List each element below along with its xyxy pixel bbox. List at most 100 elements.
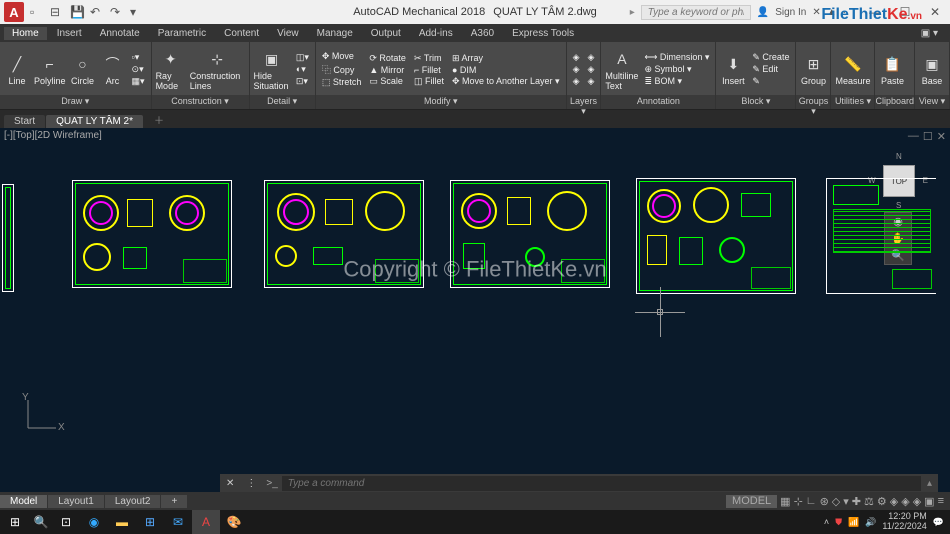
command-input[interactable] [282,476,921,491]
array-tool[interactable]: ⊞ Array [450,53,562,64]
panel-construction-label[interactable]: Construction ▾ [152,95,249,109]
tray-wifi-icon[interactable]: 📶 [848,517,859,528]
qat-undo-icon[interactable]: ↶ [90,5,104,19]
status-extra1[interactable]: ◈ [890,495,898,508]
tab-express[interactable]: Express Tools [504,27,582,40]
qat-open-icon[interactable]: ⊟ [50,5,64,19]
drawing-canvas[interactable]: [-][Top][2D Wireframe] — ☐ ✕ N S E W TOP… [0,128,950,492]
panel-modify-label[interactable]: Modify ▾ [316,95,566,109]
taskbar-store-icon[interactable]: ⊞ [136,510,164,534]
signin-icon[interactable]: 👤 [757,7,769,18]
qat-save-icon[interactable]: 💾 [70,5,84,19]
panel-utilities-label[interactable]: Utilities ▾ [831,95,874,109]
tray-shield-icon[interactable]: ⛊ [835,517,842,528]
tab-home[interactable]: Home [4,27,47,40]
tab-parametric[interactable]: Parametric [150,27,214,40]
detail-extra1[interactable]: ◫▾ [294,52,311,63]
detail-extra3[interactable]: ⊡▾ [294,76,311,87]
mirror-tool[interactable]: ▲ Mirror [367,65,408,75]
vp-close-icon[interactable]: ✕ [937,130,946,143]
base-tool[interactable]: ▣Base [919,53,945,86]
move-layer-tool[interactable]: ✥ Move to Another Layer ▾ [450,76,562,87]
paste-tool[interactable]: 📋Paste [879,53,905,86]
new-layout-button[interactable]: + [161,495,187,508]
status-ortho-icon[interactable]: ∟ [806,495,817,508]
taskbar-edge-icon[interactable]: ◉ [80,510,108,534]
tab-manage[interactable]: Manage [309,27,361,40]
cmdline-close-icon[interactable]: ✕ [220,478,240,489]
tab-collapse-icon[interactable]: ▣ ▾ [913,27,946,40]
measure-tool[interactable]: 📏Measure [835,53,870,86]
taskbar-search-icon[interactable]: 🔍 [30,515,52,529]
file-tab[interactable]: QUAT LY TÂM 2* [46,115,143,128]
vp-min-icon[interactable]: — [908,130,919,143]
status-extra3[interactable]: ◈ [913,495,921,508]
trim-tool[interactable]: ✂ Trim [412,53,446,64]
polyline-tool[interactable]: ⌐Polyline [34,53,66,86]
fillet-tool[interactable]: ⌐ Fillet [412,65,446,75]
fillet2-tool[interactable]: ◫ Fillet [412,76,446,87]
insert-tool[interactable]: ⬇Insert [720,53,746,86]
exchange-icon[interactable]: ✕ [812,7,820,18]
close-button[interactable]: ✕ [920,0,950,24]
qat-redo-icon[interactable]: ↷ [110,5,124,19]
tray-clock[interactable]: 12:20 PM 11/22/2024 [882,512,926,532]
status-custom-icon[interactable]: ≡ [938,495,944,508]
vp-max-icon[interactable]: ☐ [923,130,933,143]
move-tool[interactable]: ✥ Move [320,51,364,62]
block-create[interactable]: ✎ Create [750,52,791,63]
rotate-tool[interactable]: ⟳ Rotate [367,53,408,64]
detail-extra2[interactable]: ◐▾ [294,64,311,75]
tab-output[interactable]: Output [363,27,409,40]
status-snap-icon[interactable]: ⊹ [794,495,803,508]
tab-annotate[interactable]: Annotate [92,27,148,40]
status-anno-icon[interactable]: ✚ [852,495,861,508]
status-fullscreen-icon[interactable]: ▣ [924,495,934,508]
layer-icon3[interactable]: ◈ [571,76,582,87]
status-scale-icon[interactable]: ⚖ [864,495,874,508]
status-extra2[interactable]: ◈ [901,495,909,508]
scale-tool[interactable]: ▭ Scale [367,76,408,87]
copy-tool[interactable]: ⿻ Copy [320,63,364,76]
ray-mode-tool[interactable]: ✦Ray Mode [156,48,186,91]
viewport-label[interactable]: [-][Top][2D Wireframe] [4,130,102,141]
block-extra[interactable]: ✎ [750,76,791,87]
qat-new-icon[interactable]: ▫ [30,5,44,19]
circle-tool[interactable]: ○Circle [70,53,96,86]
panel-draw-label[interactable]: Draw ▾ [0,95,151,109]
tab-view[interactable]: View [269,27,307,40]
qat-more-icon[interactable]: ▾ [130,5,144,19]
command-line[interactable]: ✕ ⋮ >_ ▴ [220,474,938,492]
panel-block-label[interactable]: Block ▾ [716,95,795,109]
draw-extra3[interactable]: ▦▾ [130,76,147,87]
tray-notifications-icon[interactable]: 💬 [933,517,944,528]
layout2-tab[interactable]: Layout2 [105,495,161,508]
dim-tool[interactable]: ● DIM [450,65,562,75]
tray-up-icon[interactable]: ˄ [824,517,829,527]
layer-icon5[interactable]: ◈ [586,64,597,75]
bom-tool[interactable]: ≣ BOM ▾ [642,76,711,87]
new-tab-button[interactable]: ＋ [144,111,174,128]
tray-volume-icon[interactable]: 🔊 [865,517,876,528]
taskbar-paint-icon[interactable]: 🎨 [220,510,248,534]
symbol-tool[interactable]: ⊕ Symbol ▾ [642,64,711,75]
mtext-tool[interactable]: AMultiline Text [605,48,638,91]
tab-insert[interactable]: Insert [49,27,90,40]
status-polar-icon[interactable]: ⊛ [820,495,829,508]
arc-tool[interactable]: ⌒Arc [100,53,126,86]
cmdline-handle-icon[interactable]: ⋮ [240,478,262,489]
stretch-tool[interactable]: ⬚ Stretch [320,77,364,88]
layer-icon6[interactable]: ◈ [586,76,597,87]
dimension-tool[interactable]: ⟷ Dimension ▾ [642,52,711,63]
taskbar-mail-icon[interactable]: ✉ [164,510,192,534]
panel-detail-label[interactable]: Detail ▾ [250,95,315,109]
layout1-tab[interactable]: Layout1 [48,495,104,508]
model-tab[interactable]: Model [0,495,47,508]
layer-icon2[interactable]: ◈ [571,64,582,75]
group-tool[interactable]: ⊞Group [800,53,826,86]
tab-content[interactable]: Content [216,27,267,40]
taskbar-explorer-icon[interactable]: ▬ [108,510,136,534]
taskbar-autocad-icon[interactable]: A [192,510,220,534]
panel-view-label[interactable]: View ▾ [915,95,949,109]
help-search-input[interactable] [641,5,751,20]
